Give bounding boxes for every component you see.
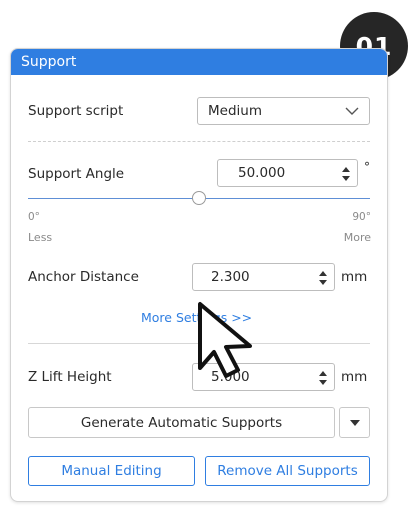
- manual-editing-label: Manual Editing: [61, 463, 162, 479]
- support-script-value: Medium: [208, 103, 262, 119]
- z-lift-height-unit: mm: [341, 369, 368, 385]
- chevron-down-icon: [345, 107, 359, 115]
- spinner-icon[interactable]: [318, 369, 328, 387]
- spinner-icon[interactable]: [341, 165, 351, 183]
- spinner-icon[interactable]: [318, 269, 328, 287]
- remove-all-supports-button[interactable]: Remove All Supports: [205, 456, 370, 486]
- slider-max-caption: More: [343, 231, 371, 244]
- z-lift-height-label: Z Lift Height: [28, 369, 112, 385]
- anchor-distance-unit: mm: [341, 269, 368, 285]
- slider-min-label: 0°: [28, 211, 40, 223]
- slider-min-caption: Less: [28, 231, 53, 244]
- support-panel: Support Support script Medium Support An…: [10, 48, 388, 502]
- manual-editing-button[interactable]: Manual Editing: [28, 456, 195, 486]
- support-angle-unit: °: [364, 160, 370, 174]
- anchor-distance-input[interactable]: 2.300: [192, 263, 335, 291]
- slider-max-label: 90°: [352, 211, 371, 223]
- support-script-label: Support script: [28, 103, 124, 119]
- mouse-pointer-icon: [198, 302, 252, 378]
- dashed-divider: [28, 141, 370, 142]
- remove-all-supports-label: Remove All Supports: [217, 463, 358, 479]
- caret-down-icon: [349, 419, 360, 426]
- support-script-select[interactable]: Medium: [197, 97, 370, 125]
- generate-automatic-supports-button[interactable]: Generate Automatic Supports: [28, 407, 335, 438]
- anchor-distance-label: Anchor Distance: [28, 269, 139, 285]
- generate-options-dropdown-button[interactable]: [339, 407, 370, 438]
- support-angle-slider-thumb[interactable]: [192, 191, 206, 205]
- support-angle-input[interactable]: 50.000: [217, 159, 358, 187]
- panel-title: Support: [11, 49, 387, 75]
- support-angle-value: 50.000: [238, 165, 286, 181]
- generate-button-label: Generate Automatic Supports: [80, 414, 283, 431]
- anchor-distance-value: 2.300: [211, 269, 250, 285]
- support-angle-label: Support Angle: [28, 166, 125, 182]
